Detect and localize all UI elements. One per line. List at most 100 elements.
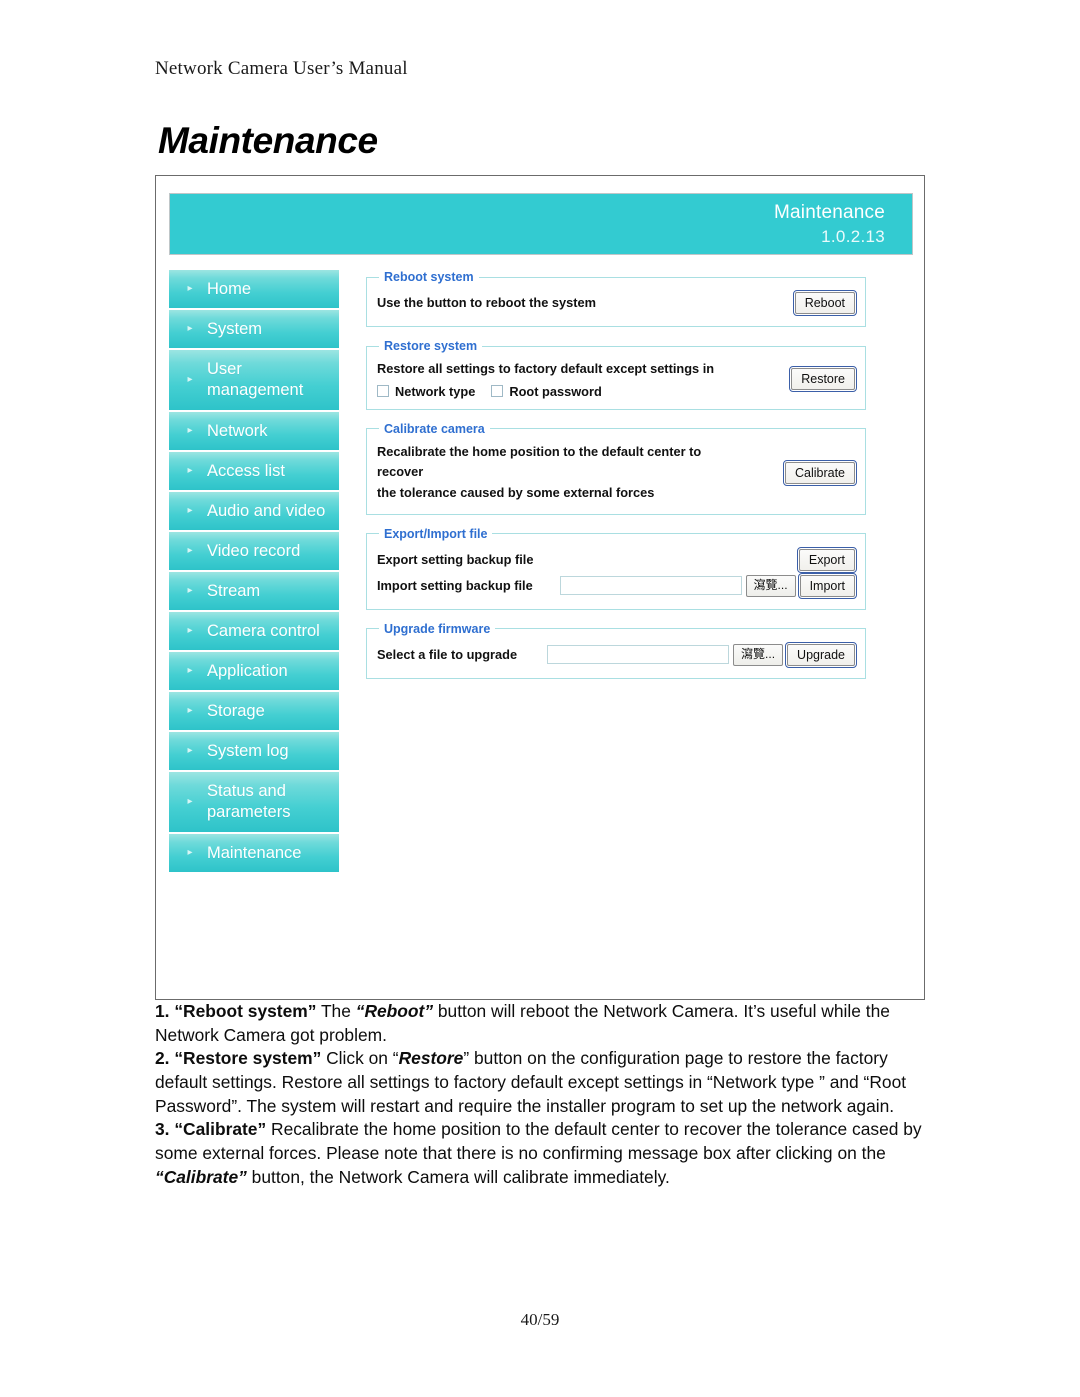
calibrate-camera-description: Recalibrate the home position to the def… bbox=[377, 442, 749, 504]
banner-version: 1.0.2.13 bbox=[821, 227, 885, 246]
sidebar-item-audio-and-video[interactable]: ▸ Audio and video bbox=[169, 492, 339, 532]
restore-system-section: Restore system Restore all settings to f… bbox=[366, 339, 866, 410]
chevron-right-icon: ▸ bbox=[187, 425, 193, 436]
import-row: Import setting backup file 瀉覽... Import bbox=[377, 572, 858, 600]
sidebar-item-label: System log bbox=[207, 741, 289, 760]
export-controls: Export bbox=[796, 546, 858, 574]
restore-button[interactable]: Restore bbox=[789, 365, 857, 393]
upgrade-file-input[interactable] bbox=[547, 645, 730, 665]
sidebar-item-label: Status and parameters bbox=[207, 781, 290, 823]
sidebar-item-label: Stream bbox=[207, 581, 261, 600]
reboot-system-row: Use the button to reboot the system Rebo… bbox=[377, 289, 858, 317]
import-label: Import setting backup file bbox=[377, 577, 533, 593]
page-title: Maintenance bbox=[158, 120, 378, 161]
sidebar-item-label-line2: management bbox=[207, 381, 304, 399]
upgrade-firmware-section: Upgrade firmware Select a file to upgrad… bbox=[366, 621, 866, 679]
export-import-legend: Export/Import file bbox=[384, 526, 488, 541]
reboot-system-description: Use the button to reboot the system bbox=[377, 294, 596, 310]
sidebar-item-application[interactable]: ▸ Application bbox=[169, 652, 339, 692]
export-row: Export setting backup file Export bbox=[377, 546, 858, 574]
note-item-2: 2. “Restore system” Click on “Restore” b… bbox=[155, 1047, 927, 1118]
export-import-file-section: Export/Import file Export setting backup… bbox=[366, 526, 866, 610]
sidebar-item-label-line1: User bbox=[207, 360, 242, 379]
sidebar-item-home[interactable]: ▸ Home bbox=[169, 270, 339, 310]
running-header: Network Camera User’s Manual bbox=[155, 58, 408, 79]
sidebar-item-label: Audio and video bbox=[207, 501, 326, 520]
reboot-system-section: Reboot system Use the button to reboot t… bbox=[366, 270, 866, 327]
banner-title: Maintenance bbox=[774, 202, 885, 223]
restore-system-body: Restore all settings to factory default … bbox=[377, 359, 714, 399]
sidebar-item-system-log[interactable]: ▸ System log bbox=[169, 732, 339, 772]
restore-system-description: Restore all settings to factory default … bbox=[377, 361, 715, 376]
sidebar-item-storage[interactable]: ▸ Storage bbox=[169, 692, 339, 732]
note-3-emphasis: “Calibrate” bbox=[155, 1166, 247, 1187]
note-2-number: 2. bbox=[155, 1048, 170, 1069]
sidebar-item-label: Network bbox=[207, 421, 268, 440]
export-button[interactable]: Export bbox=[796, 546, 858, 574]
explanatory-notes: 1. “Reboot system” The “Reboot” button w… bbox=[155, 1000, 927, 1189]
sidebar-item-label-line2: parameters bbox=[207, 803, 291, 821]
note-item-1: 1. “Reboot system” The “Reboot” button w… bbox=[155, 1000, 927, 1047]
sidebar-item-label: Maintenance bbox=[207, 843, 302, 862]
note-2-term: “Restore system” bbox=[174, 1048, 322, 1069]
root-password-checkbox[interactable] bbox=[491, 385, 504, 398]
note-3-text-a: Recalibrate the home position to the def… bbox=[155, 1119, 922, 1164]
calibrate-description-line2: the tolerance caused by some external fo… bbox=[377, 485, 655, 501]
app-banner: Maintenance 1.0.2.13 bbox=[169, 193, 913, 255]
sidebar-item-video-record[interactable]: ▸ Video record bbox=[169, 532, 339, 572]
note-2-emphasis: Restore bbox=[398, 1048, 464, 1069]
reboot-system-legend: Reboot system bbox=[384, 270, 474, 284]
sidebar-item-camera-control[interactable]: ▸ Camera control bbox=[169, 612, 339, 652]
sidebar-item-access-list[interactable]: ▸ Access list bbox=[169, 452, 339, 492]
sidebar-nav: ▸ Home ▸ System ▸ User management ▸ Netw… bbox=[169, 270, 339, 874]
sidebar-item-label: Storage bbox=[207, 701, 265, 720]
note-3-number: 3. bbox=[155, 1119, 170, 1140]
upgrade-controls: 瀉覽... Upgrade bbox=[547, 641, 857, 669]
sidebar-item-stream[interactable]: ▸ Stream bbox=[169, 572, 339, 612]
import-button[interactable]: Import bbox=[797, 572, 858, 600]
chevron-right-icon: ▸ bbox=[187, 323, 193, 334]
sidebar-item-status-and-parameters[interactable]: ▸ Status and parameters bbox=[169, 772, 339, 834]
network-type-checkbox[interactable] bbox=[377, 385, 389, 398]
network-type-label: Network type bbox=[395, 383, 476, 399]
sidebar-item-label: Access list bbox=[207, 461, 285, 480]
upgrade-browse-button[interactable]: 瀉覽... bbox=[733, 643, 784, 666]
sidebar-item-user-management[interactable]: ▸ User management bbox=[169, 350, 339, 412]
calibrate-button[interactable]: Calibrate bbox=[782, 459, 858, 487]
chevron-right-icon: ▸ bbox=[187, 745, 193, 756]
embedded-screenshot: Maintenance 1.0.2.13 ▸ Home ▸ System ▸ U… bbox=[155, 175, 925, 1000]
sidebar-item-label-line1: Status and bbox=[207, 782, 286, 801]
restore-system-row: Restore all settings to factory default … bbox=[377, 359, 857, 399]
chevron-right-icon: ▸ bbox=[187, 796, 193, 807]
note-1-term: “Reboot system” bbox=[174, 1001, 317, 1021]
sidebar-item-system[interactable]: ▸ System bbox=[169, 310, 339, 350]
restore-system-legend: Restore system bbox=[384, 339, 478, 353]
note-2-text-a: Click on “ bbox=[321, 1048, 399, 1069]
sidebar-item-label: Application bbox=[207, 661, 288, 680]
import-browse-button[interactable]: 瀉覽... bbox=[745, 574, 796, 597]
note-3-term: “Calibrate” bbox=[174, 1119, 267, 1140]
sidebar-item-label: System bbox=[207, 319, 263, 338]
upgrade-button[interactable]: Upgrade bbox=[785, 641, 857, 669]
reboot-button[interactable]: Reboot bbox=[792, 289, 858, 317]
page-number: 40/59 bbox=[520, 1310, 560, 1329]
chevron-right-icon: ▸ bbox=[187, 705, 193, 716]
root-password-label: Root password bbox=[509, 383, 602, 399]
chevron-right-icon: ▸ bbox=[187, 847, 193, 858]
sidebar-item-label: Camera control bbox=[207, 621, 320, 640]
sidebar-item-network[interactable]: ▸ Network bbox=[169, 412, 339, 452]
chevron-right-icon: ▸ bbox=[187, 625, 193, 636]
sidebar-item-label: Home bbox=[207, 279, 252, 298]
calibrate-camera-legend: Calibrate camera bbox=[384, 421, 485, 436]
sidebar-item-maintenance[interactable]: ▸ Maintenance bbox=[169, 834, 339, 874]
sidebar-item-label: Video record bbox=[207, 541, 301, 560]
import-file-input[interactable] bbox=[559, 576, 742, 596]
chevron-right-icon: ▸ bbox=[187, 585, 193, 596]
chevron-right-icon: ▸ bbox=[187, 374, 193, 385]
import-controls: 瀉覽... Import bbox=[559, 572, 858, 600]
note-1-emphasis: “Reboot” bbox=[355, 1001, 434, 1021]
chevron-right-icon: ▸ bbox=[187, 283, 193, 294]
chevron-right-icon: ▸ bbox=[187, 665, 193, 676]
restore-options: Network type Root password bbox=[377, 384, 714, 399]
calibrate-description-line1: Recalibrate the home position to the def… bbox=[377, 443, 702, 480]
